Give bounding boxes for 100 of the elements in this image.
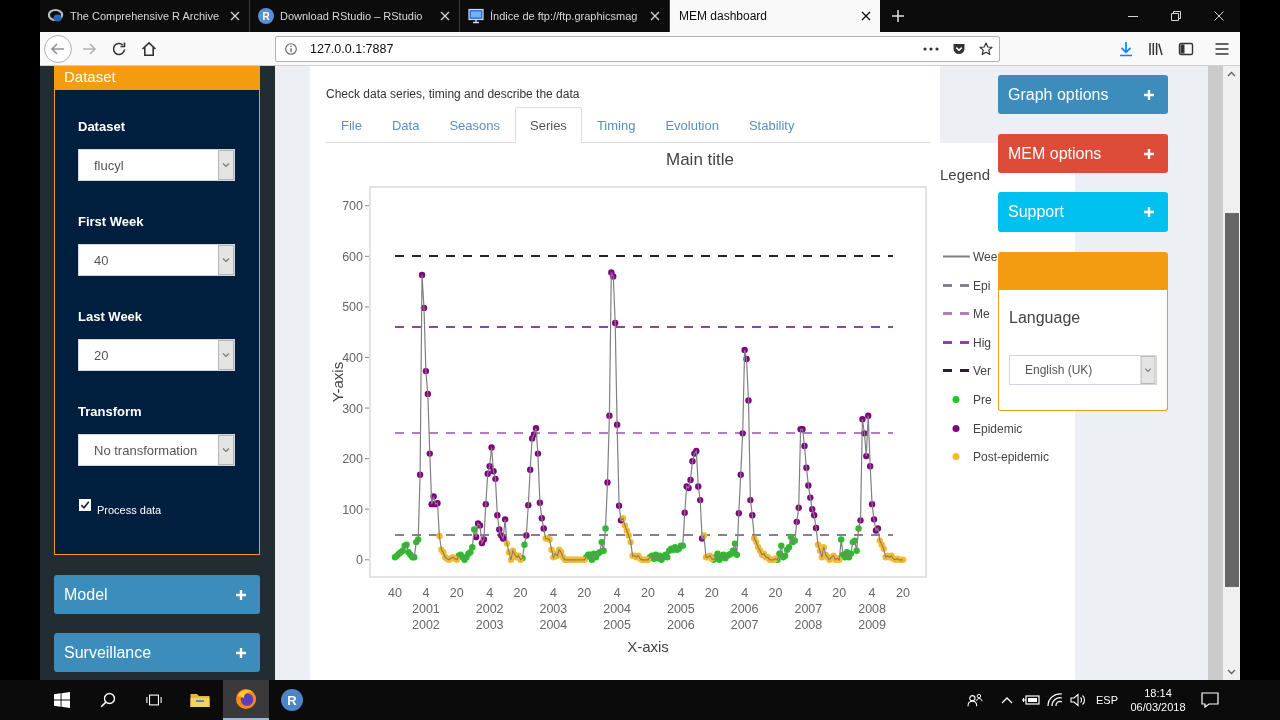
chevron-up-icon[interactable]	[1001, 696, 1013, 704]
letter-logo-icon: R	[258, 8, 274, 24]
shield-icon[interactable]	[952, 41, 966, 56]
data-point	[866, 463, 874, 470]
legend-label: Epidemic	[973, 421, 1023, 436]
chevron-down-icon	[218, 435, 234, 465]
dropdown[interactable]: flucyl	[78, 149, 235, 181]
legend-title: Legend	[940, 166, 991, 183]
legend-label: Hig	[973, 335, 991, 350]
data-point	[482, 500, 489, 508]
dropdown[interactable]: 40	[78, 244, 235, 276]
data-point	[426, 450, 433, 457]
data-point	[521, 541, 528, 548]
y-tick-label: 100	[342, 502, 363, 517]
more-icon[interactable]	[923, 46, 939, 51]
restore-icon[interactable]	[1170, 11, 1181, 21]
checkbox[interactable]	[79, 499, 91, 511]
legend-label: Pre	[973, 392, 992, 407]
x-tick-label: 20	[768, 586, 783, 600]
home-icon[interactable]	[141, 40, 157, 57]
close-icon[interactable]	[861, 11, 871, 21]
info-icon[interactable]	[285, 42, 297, 55]
data-point	[418, 271, 426, 279]
x-axis-label: X-axis	[627, 638, 669, 655]
x-tick-label: 20	[449, 586, 464, 600]
letter-logo-icon: R	[281, 689, 303, 711]
data-point	[737, 471, 744, 478]
dropdown[interactable]: English (UK)	[1009, 355, 1157, 385]
menu-icon[interactable]	[1214, 40, 1230, 57]
taskbar-button[interactable]	[223, 680, 269, 720]
input-language[interactable]: ESP	[1096, 694, 1118, 706]
data-point	[795, 504, 802, 511]
collapsed-box[interactable]: Model	[54, 575, 260, 614]
x-tick-label: 4 2008 2009	[858, 586, 886, 632]
data-point	[416, 471, 424, 478]
data-point	[613, 421, 621, 428]
x-tick-label: 4 2006 2007	[730, 586, 759, 632]
data-point	[735, 510, 742, 517]
clock-date[interactable]: 06/03/2018	[1130, 700, 1186, 714]
data-point	[801, 442, 808, 450]
chevron-down-icon	[218, 245, 234, 275]
speech-bubble-icon[interactable]	[1201, 692, 1219, 708]
star-icon[interactable]	[979, 41, 993, 56]
data-point	[604, 479, 611, 486]
data-point	[861, 430, 868, 437]
tab[interactable]: Seasons	[434, 107, 515, 143]
four-squares-icon[interactable]	[54, 692, 70, 708]
field-label: First Week	[78, 214, 145, 230]
data-point	[838, 536, 845, 543]
data-point	[745, 397, 752, 404]
dropdown[interactable]: No transformation	[78, 434, 235, 466]
chevron-down-icon	[218, 150, 234, 180]
x-tick-label: 20	[513, 586, 528, 600]
collapsed-box[interactable]: Graph options	[998, 75, 1168, 114]
data-point	[602, 525, 609, 532]
y-tick-label: 700	[342, 199, 363, 214]
legend-label: Ver	[973, 363, 991, 378]
scrollbar-thumb[interactable]	[1224, 213, 1239, 587]
data-point	[540, 525, 547, 532]
search-icon[interactable]	[100, 692, 116, 708]
y-tick-label: 300	[342, 401, 363, 416]
tab[interactable]: Stability	[733, 107, 810, 143]
stacked-windows-icon[interactable]	[146, 692, 162, 708]
sidebar-icon[interactable]	[1178, 40, 1194, 57]
x-tick-label: 4 2005 2006	[666, 586, 695, 632]
tab[interactable]: Timing	[581, 107, 651, 143]
monitor-icon	[468, 8, 484, 24]
data-point	[739, 430, 746, 437]
field-label: Language	[1009, 308, 1082, 328]
panel-header: Dataset	[54, 66, 260, 90]
x-tick-label: 4 2003 2004	[539, 586, 568, 632]
legend-label: Epi	[973, 278, 991, 293]
tab[interactable]: Data	[376, 107, 435, 143]
browser-tab[interactable]: MEM dashboard	[670, 0, 880, 32]
data-point	[525, 501, 532, 509]
y-tick-label: 200	[342, 452, 363, 467]
reload-icon[interactable]	[111, 40, 127, 57]
wifi-icon[interactable]	[1047, 693, 1063, 707]
data-point	[681, 509, 688, 516]
scrollbar[interactable]	[1223, 66, 1240, 680]
x-tick-label: 40	[388, 586, 402, 600]
battery-icon[interactable]	[1022, 694, 1040, 706]
legend-label: Wee	[973, 249, 998, 264]
data-point	[747, 496, 754, 504]
plus-icon[interactable]	[891, 9, 905, 23]
download-icon[interactable]	[1118, 40, 1134, 57]
data-point	[436, 532, 443, 540]
collapsed-box[interactable]: MEM options	[998, 134, 1168, 173]
data-point	[538, 515, 545, 522]
people-icon[interactable]	[967, 693, 983, 707]
dropdown[interactable]: 20	[78, 339, 235, 371]
library-icon[interactable]	[1148, 40, 1164, 57]
clock-time[interactable]: 18:14	[1144, 686, 1172, 700]
taskbar-button[interactable]: R	[269, 680, 315, 720]
collapsed-box[interactable]: Surveillance	[54, 633, 260, 672]
field-label: Transform	[78, 404, 143, 420]
tab[interactable]: Series	[515, 107, 582, 143]
data-point	[422, 367, 430, 375]
speaker-icon[interactable]	[1070, 693, 1086, 707]
address-bar[interactable]: 127.0.0.1:7887	[275, 35, 1000, 62]
